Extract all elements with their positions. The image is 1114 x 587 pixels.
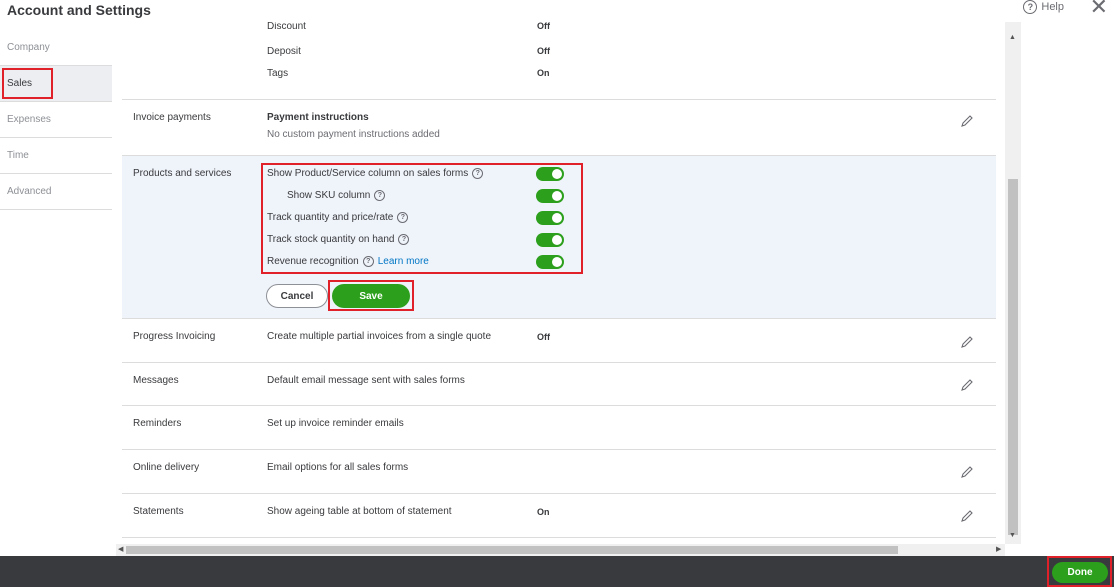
nav-item-expenses[interactable]: Expenses	[0, 102, 112, 138]
row-title: Invoice payments	[133, 112, 211, 123]
option-track-stock: Track stock quantity on hand ?	[267, 234, 410, 245]
field-value-deposit: Off	[537, 46, 550, 56]
settings-nav: Company Sales Expenses Time Advanced	[0, 30, 112, 210]
nav-item-advanced[interactable]: Advanced	[0, 174, 112, 210]
payment-instructions-desc: No custom payment instructions added	[267, 129, 440, 140]
question-icon[interactable]: ?	[397, 212, 409, 223]
nav-item-label: Company	[7, 42, 50, 53]
help-button[interactable]: ? Help	[1023, 0, 1064, 14]
scroll-up-icon[interactable]: ▲	[1009, 34, 1016, 41]
option-show-sku: Show SKU column ?	[287, 190, 386, 201]
row-title: Progress Invoicing	[133, 331, 216, 342]
row-value: Off	[537, 332, 550, 342]
toggle-show-product-column[interactable]	[536, 167, 564, 181]
toggle-revenue-recognition[interactable]	[536, 255, 564, 269]
option-label: Revenue recognition	[267, 256, 359, 267]
option-label: Show SKU column	[287, 190, 371, 201]
row-desc: Create multiple partial invoices from a …	[267, 331, 491, 342]
nav-item-sales[interactable]: Sales	[0, 66, 112, 102]
page-title: Account and Settings	[7, 2, 151, 18]
option-show-product-column: Show Product/Service column on sales for…	[267, 168, 484, 179]
option-revenue-recognition: Revenue recognition ? Learn more	[267, 256, 429, 267]
nav-item-label: Advanced	[7, 186, 52, 197]
question-icon[interactable]: ?	[472, 168, 484, 179]
close-icon[interactable]: ✕	[1090, 0, 1108, 18]
pencil-icon[interactable]	[960, 114, 974, 128]
row-desc: Show ageing table at bottom of statement	[267, 506, 452, 517]
question-icon[interactable]: ?	[374, 190, 386, 201]
nav-item-label: Expenses	[7, 114, 51, 125]
nav-item-time[interactable]: Time	[0, 138, 112, 174]
save-button[interactable]: Save	[332, 284, 410, 308]
header-bar: Account and Settings ? Help ✕	[0, 0, 1114, 22]
row-desc: Email options for all sales forms	[267, 462, 409, 473]
invoice-payments-row: Invoice payments Payment instructions No…	[122, 100, 996, 156]
row-title: Messages	[133, 375, 179, 386]
reminders-row: Reminders Set up invoice reminder emails	[122, 406, 996, 450]
toggle-show-sku[interactable]	[536, 189, 564, 203]
statements-row: Statements Show ageing table at bottom o…	[122, 494, 996, 538]
field-label-tags: Tags	[267, 68, 289, 79]
footer-bar	[0, 556, 1114, 587]
option-track-quantity: Track quantity and price/rate ?	[267, 212, 409, 223]
nav-item-label: Time	[7, 150, 29, 161]
field-value-discount: Off	[537, 22, 550, 31]
nav-item-company[interactable]: Company	[0, 30, 112, 66]
learn-more-link[interactable]: Learn more	[378, 256, 429, 267]
question-icon[interactable]: ?	[398, 234, 410, 245]
question-icon[interactable]: ?	[362, 256, 374, 267]
cancel-button[interactable]: Cancel	[266, 284, 328, 308]
option-label: Show Product/Service column on sales for…	[267, 168, 469, 179]
scroll-down-icon[interactable]: ▼	[1009, 532, 1016, 539]
horizontal-scrollbar[interactable]: ◀ ▶	[116, 544, 1005, 556]
scroll-right-icon[interactable]: ▶	[996, 545, 1001, 553]
messages-row: Messages Default email message sent with…	[122, 363, 996, 406]
row-title: Online delivery	[133, 462, 200, 473]
field-value-tags: On	[537, 68, 550, 78]
help-label: Help	[1041, 1, 1064, 13]
horizontal-scroll-thumb[interactable]	[126, 546, 898, 554]
settings-content: Discount Off Deposit Off Tags On Invoice…	[122, 22, 996, 544]
pencil-icon[interactable]	[960, 509, 974, 523]
sales-fields-row: Discount Off Deposit Off Tags On	[122, 22, 996, 100]
vertical-scroll-thumb[interactable]	[1008, 179, 1018, 535]
field-label-discount: Discount	[267, 22, 306, 32]
nav-item-label: Sales	[2, 68, 54, 99]
payment-instructions-heading: Payment instructions	[267, 112, 369, 123]
row-value: On	[537, 507, 550, 517]
row-title: Reminders	[133, 418, 182, 429]
row-desc: Set up invoice reminder emails	[267, 418, 404, 429]
toggle-track-stock[interactable]	[536, 233, 564, 247]
scroll-left-icon[interactable]: ◀	[118, 545, 123, 553]
field-label-deposit: Deposit	[267, 46, 301, 57]
pencil-icon[interactable]	[960, 335, 974, 349]
row-desc: Default email message sent with sales fo…	[267, 375, 465, 386]
pencil-icon[interactable]	[960, 378, 974, 392]
progress-invoicing-row: Progress Invoicing Create multiple parti…	[122, 319, 996, 363]
help-icon: ?	[1023, 0, 1038, 14]
row-title: Products and services	[133, 168, 232, 179]
toggle-track-quantity[interactable]	[536, 211, 564, 225]
online-delivery-row: Online delivery Email options for all sa…	[122, 450, 996, 494]
done-button[interactable]: Done	[1052, 562, 1108, 583]
option-label: Track stock quantity on hand	[267, 234, 395, 245]
pencil-icon[interactable]	[960, 465, 974, 479]
row-title: Statements	[133, 506, 184, 517]
option-label: Track quantity and price/rate	[267, 212, 394, 223]
vertical-scrollbar[interactable]: ▲ ▼	[1005, 22, 1021, 544]
